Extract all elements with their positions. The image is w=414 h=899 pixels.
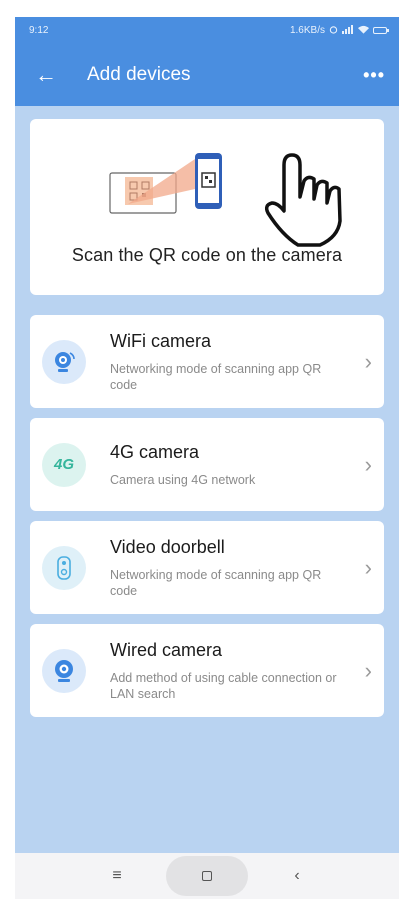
- device-title: 4G camera: [110, 441, 200, 462]
- scan-qr-card[interactable]: Scan the QR code on the camera: [30, 119, 384, 295]
- device-description: Networking mode of scanning app QR code: [110, 567, 322, 598]
- chevron-right-icon: ›: [364, 451, 372, 477]
- device-option-wired-camera[interactable]: Wired camera Add method of using cable c…: [30, 624, 384, 717]
- device-option-4g-camera[interactable]: 4G 4G camera Camera using 4G network ›: [30, 418, 384, 511]
- device-title: Video doorbell: [110, 536, 225, 557]
- signal-icon: [342, 24, 354, 37]
- doorbell-icon: [42, 545, 86, 590]
- phone-screen: 9:12 1.6KB/s ← Add devices ••• Scan the …: [15, 17, 399, 899]
- device-description: Camera using 4G network: [110, 472, 256, 487]
- page-title: Add devices: [87, 64, 191, 85]
- device-option-video-doorbell[interactable]: Video doorbell Networking mode of scanni…: [30, 521, 384, 614]
- status-icons: 1.6KB/s: [289, 24, 389, 37]
- device-title: WiFi camera: [110, 330, 212, 351]
- wifi-icon: [358, 25, 369, 37]
- alarm-icon: [329, 25, 338, 37]
- back-nav-icon[interactable]: ‹: [262, 867, 332, 885]
- status-time: 9:12: [29, 25, 49, 36]
- device-description: Add method of using cable connection or …: [110, 670, 337, 701]
- menu-icon[interactable]: ≡: [82, 867, 152, 885]
- device-description: Networking mode of scanning app QR code: [110, 361, 322, 392]
- device-text: Video doorbell Networking mode of scanni…: [110, 537, 356, 599]
- system-nav-bar: ≡ ‹: [15, 853, 399, 899]
- home-button[interactable]: [166, 856, 248, 896]
- battery-icon: [373, 27, 389, 34]
- chevron-right-icon: ›: [364, 348, 372, 374]
- wired-camera-icon: [42, 648, 86, 693]
- more-dots-icon[interactable]: •••: [363, 65, 385, 86]
- status-bar: 9:12 1.6KB/s: [15, 17, 399, 44]
- chevron-right-icon: ›: [364, 657, 372, 683]
- 4g-icon: 4G: [42, 442, 86, 487]
- wifi-camera-icon: [42, 339, 86, 384]
- device-text: 4G camera Camera using 4G network: [110, 442, 356, 488]
- chevron-right-icon: ›: [364, 554, 372, 580]
- qr-scan-illustration: [109, 153, 342, 247]
- device-option-wifi-camera[interactable]: WiFi camera Networking mode of scanning …: [30, 315, 384, 408]
- device-title: Wired camera: [110, 639, 223, 660]
- phone-graphic: [195, 153, 222, 209]
- arrow-left-icon[interactable]: ←: [35, 64, 65, 86]
- main-content: Scan the QR code on the camera WiFi came…: [15, 106, 399, 717]
- device-text: WiFi camera Networking mode of scanning …: [110, 331, 356, 393]
- network-speed: 1.6KB/s: [289, 25, 325, 36]
- square-icon: [202, 871, 212, 881]
- scan-qr-label: Scan the QR code on the camera: [71, 245, 343, 265]
- 4g-icon-text: 4G: [53, 456, 74, 473]
- pointing-hand-graphic: [264, 153, 342, 247]
- app-bar: ← Add devices •••: [15, 44, 399, 106]
- device-text: Wired camera Add method of using cable c…: [110, 640, 356, 702]
